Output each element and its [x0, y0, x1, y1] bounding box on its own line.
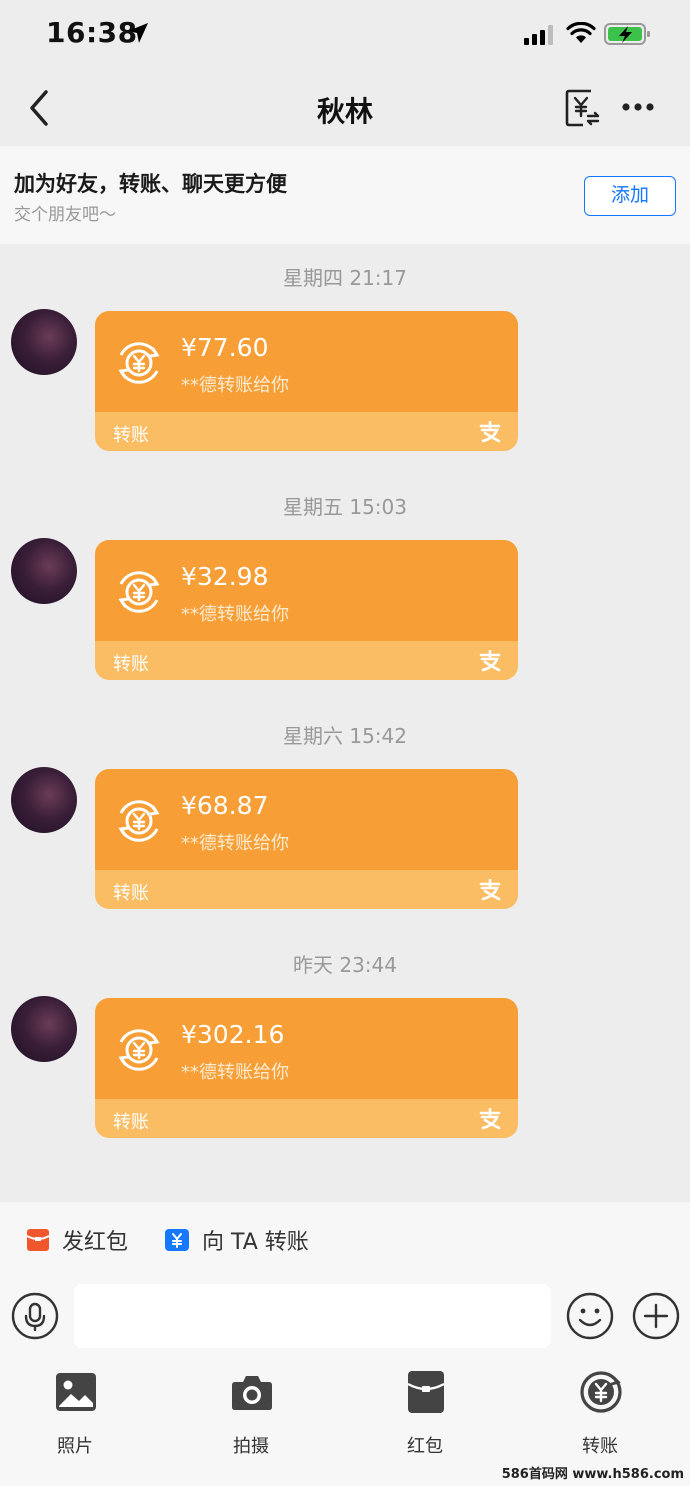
signal-icon	[524, 25, 553, 45]
transfer-description: **德转账给你	[181, 833, 289, 854]
more-icon[interactable]	[620, 94, 656, 120]
alipay-icon	[479, 650, 501, 672]
transfer-icon[interactable]	[565, 88, 601, 128]
transfer-icon	[580, 1371, 622, 1413]
quick-actions-bar: 发红包 向 TA 转账	[0, 1202, 690, 1278]
tool-label: 转账	[582, 1436, 618, 1457]
transfer-icon	[118, 1029, 160, 1071]
avatar[interactable]	[11, 538, 77, 604]
watermark: 586首码网 www.h586.com	[501, 1467, 684, 1482]
banner-subtitle: 交个朋友吧～	[14, 205, 116, 225]
transfer-description: **德转账给你	[181, 1062, 289, 1083]
message-timestamp: 星期五 15:03	[283, 495, 407, 519]
banner-title: 加为好友，转账、聊天更方便	[14, 172, 287, 196]
alipay-icon	[479, 1108, 501, 1130]
alipay-icon	[479, 879, 501, 901]
add-friend-button[interactable]: 添加	[584, 176, 676, 216]
transfer-icon	[118, 571, 160, 613]
avatar[interactable]	[11, 309, 77, 375]
avatar[interactable]	[11, 767, 77, 833]
emoji-icon[interactable]	[566, 1292, 614, 1340]
transfer-bubble[interactable]: ¥32.98 **德转账给你 转账	[95, 540, 518, 680]
photo-icon	[56, 1373, 96, 1411]
location-arrow-icon	[128, 23, 148, 43]
status-time: 16:38	[46, 16, 138, 49]
tool-row: 照片 拍摄 红包 转账 586首码网 www.h586.com	[0, 1356, 690, 1486]
transfer-label: 转账	[113, 1112, 149, 1133]
transfer-to-ta-button[interactable]: 向 TA 转账	[152, 1216, 312, 1264]
tool-label: 照片	[57, 1436, 93, 1457]
input-row	[0, 1278, 690, 1356]
red-packet-icon	[26, 1229, 50, 1251]
camera-icon	[232, 1376, 272, 1410]
tool-camera[interactable]: 拍摄	[196, 1366, 306, 1466]
transfer-icon	[118, 800, 160, 842]
chat-area[interactable]: 星期四 21:17 ¥77.60 **德转账给你 转账 星期五 15:03 ¥3…	[0, 244, 690, 1202]
message-input[interactable]	[74, 1284, 551, 1348]
nav-bar: 秋林	[0, 70, 690, 146]
message-timestamp: 星期四 21:17	[283, 266, 407, 290]
add-friend-banner: 加为好友，转账、聊天更方便 交个朋友吧～ 添加	[0, 146, 690, 244]
quick-action-label: 向 TA 转账	[202, 1230, 309, 1255]
tool-transfer[interactable]: 转账	[545, 1366, 655, 1466]
transfer-description: **德转账给你	[181, 604, 289, 625]
voice-icon[interactable]	[11, 1292, 59, 1340]
alipay-icon	[479, 421, 501, 443]
wifi-icon	[566, 22, 596, 43]
transfer-bubble[interactable]: ¥77.60 **德转账给你 转账	[95, 311, 518, 451]
message-timestamp: 昨天 23:44	[293, 953, 397, 977]
transfer-description: **德转账给你	[181, 375, 289, 396]
transfer-icon	[165, 1229, 189, 1251]
transfer-label: 转账	[113, 883, 149, 904]
battery-charging-icon	[604, 23, 650, 45]
tool-label: 拍摄	[233, 1436, 269, 1457]
message-timestamp: 星期六 15:42	[283, 724, 407, 748]
quick-action-label: 发红包	[62, 1230, 129, 1255]
transfer-icon	[118, 342, 160, 384]
transfer-amount: ¥68.87	[181, 791, 269, 820]
transfer-label: 转账	[113, 425, 149, 446]
red-packet-icon	[407, 1371, 445, 1413]
transfer-bubble[interactable]: ¥68.87 **德转账给你 转账	[95, 769, 518, 909]
transfer-amount: ¥77.60	[181, 333, 269, 362]
transfer-amount: ¥32.98	[181, 562, 269, 591]
avatar[interactable]	[11, 996, 77, 1062]
tool-photo[interactable]: 照片	[20, 1366, 130, 1466]
transfer-amount: ¥302.16	[181, 1020, 285, 1049]
transfer-label: 转账	[113, 654, 149, 675]
send-red-packet-button[interactable]: 发红包	[14, 1216, 138, 1264]
transfer-bubble[interactable]: ¥302.16 **德转账给你 转账	[95, 998, 518, 1138]
tool-red-packet[interactable]: 红包	[370, 1366, 480, 1466]
status-bar: 16:38	[0, 0, 690, 70]
tool-label: 红包	[407, 1436, 443, 1457]
plus-icon[interactable]	[632, 1292, 680, 1340]
